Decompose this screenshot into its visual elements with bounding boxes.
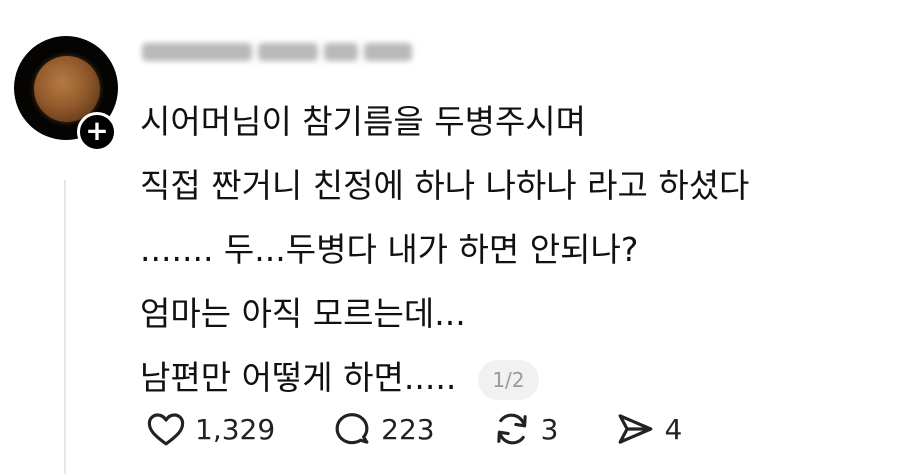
comment-bubble-icon	[335, 413, 369, 445]
page-indicator[interactable]: 1/2	[478, 359, 539, 400]
follow-button[interactable]: +	[77, 112, 117, 152]
reply-count: 223	[381, 412, 435, 446]
repost-button[interactable]: 3	[491, 408, 559, 450]
like-button[interactable]: 1,329	[145, 408, 275, 450]
post-line: 직접 짠거니 친정에 하나 나하나 라고 하셨다	[140, 166, 750, 205]
post-line: 엄마는 아직 모르는데...	[140, 294, 466, 333]
share-count: 4	[664, 412, 683, 446]
send-paper-plane-icon	[619, 414, 653, 444]
blurred-username[interactable]	[142, 36, 412, 68]
post-line-text: 남편만 어떻게 하면.....	[140, 358, 457, 397]
heart-icon	[147, 413, 185, 446]
like-count: 1,329	[195, 412, 276, 446]
thread-line	[64, 180, 66, 474]
action-bar: 1,329 223 3 4	[145, 404, 682, 454]
reply-button[interactable]: 223	[331, 408, 435, 450]
share-button[interactable]: 4	[614, 408, 682, 450]
post-line-last: 남편만 어떻게 하면..... 1/2	[140, 346, 840, 410]
post-line: ....... 두...두병다 내가 하면 안되나?	[140, 230, 639, 269]
post-body: 시어머님이 참기름을 두병주시며 직접 짠거니 친정에 하나 나하나 라고 하셨…	[140, 90, 840, 410]
repost-count: 3	[540, 412, 559, 446]
repost-arrows-icon	[496, 413, 527, 445]
post-line: 시어머님이 참기름을 두병주시며	[140, 102, 587, 141]
